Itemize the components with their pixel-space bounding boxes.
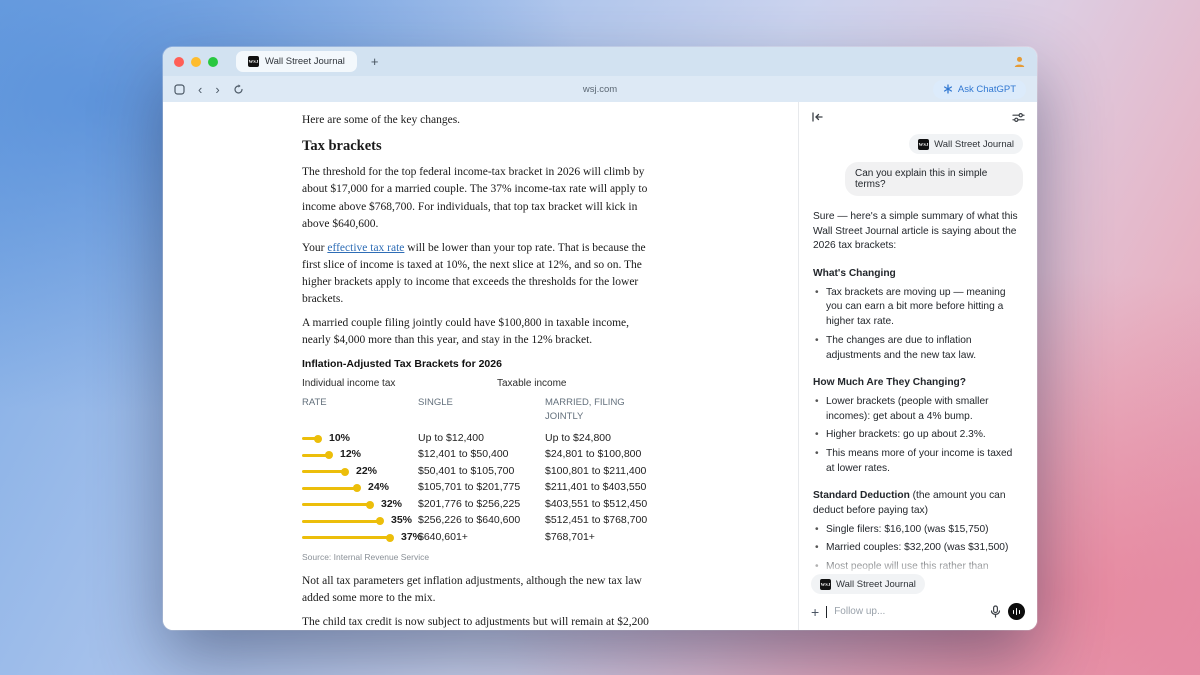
tax-bracket-chart: Inflation-Adjusted Tax Brackets for 2026… [302, 357, 654, 564]
rate-bar [302, 437, 318, 440]
bullet-item: Higher brackets: go up about 2.3%. [813, 428, 1023, 443]
rate-bar [302, 454, 329, 457]
rate-bar [302, 487, 357, 490]
chat-input-row: + [811, 603, 1025, 620]
article-paragraph: Not all tax parameters get inflation adj… [302, 573, 654, 607]
tab-wall-street-journal[interactable]: WSJ Wall Street Journal [236, 51, 357, 72]
bullet-item: Single filers: $16,100 (was $15,750) [813, 523, 1023, 538]
table-row: 32% $201,776 to $256,225 $403,551 to $51… [302, 496, 654, 513]
article-paragraph: The threshold for the top federal income… [302, 164, 654, 232]
bullet-item: Tax brackets are moving up — meaning you… [813, 286, 1023, 330]
table-row: 22% $50,401 to $105,700 $100,801 to $211… [302, 463, 654, 480]
chatgpt-icon [943, 84, 953, 94]
wsj-favicon-icon: WSJ [820, 579, 831, 590]
section-heading: How Much Are They Changing? [813, 376, 1023, 391]
section-heading: Standard Deduction (the amount you can d… [813, 489, 1023, 518]
microphone-icon[interactable] [990, 605, 1001, 618]
follow-up-input[interactable] [834, 606, 983, 617]
chart-title: Inflation-Adjusted Tax Brackets for 2026 [302, 357, 654, 373]
tab-title: Wall Street Journal [265, 56, 345, 67]
sidebar-footer: WSJ Wall Street Journal + [799, 553, 1037, 631]
table-row: 12% $12,401 to $50,400 $24,801 to $100,8… [302, 447, 654, 464]
page-content: Here are some of the key changes. Tax br… [163, 102, 1037, 630]
voice-mode-button[interactable] [1008, 603, 1025, 620]
minimize-window-button[interactable] [191, 57, 201, 67]
profile-icon[interactable] [1013, 55, 1026, 68]
tab-bar: WSJ Wall Street Journal + [163, 47, 1037, 76]
article-scroll-area[interactable]: Here are some of the key changes. Tax br… [163, 102, 798, 630]
ask-chatgpt-label: Ask ChatGPT [958, 84, 1016, 95]
text-cursor [826, 606, 827, 618]
add-attachment-icon[interactable]: + [811, 605, 819, 619]
window-controls [174, 57, 218, 67]
chart-left-label: Individual income tax [302, 378, 395, 389]
user-message: Can you explain this in simple terms? [845, 162, 1023, 196]
rate-bar [302, 470, 345, 473]
chatgpt-sidebar: WSJ Wall Street Journal Can you explain … [798, 102, 1037, 630]
table-row: 10% Up to $12,400 Up to $24,800 [302, 430, 654, 447]
footer-source-chip[interactable]: WSJ Wall Street Journal [811, 574, 925, 594]
tax-brackets-heading: Tax brackets [302, 136, 654, 157]
article-paragraph: A married couple filing jointly could ha… [302, 315, 654, 349]
browser-window: WSJ Wall Street Journal + ‹ › wsj.com [163, 47, 1037, 630]
collapse-sidebar-icon[interactable] [811, 111, 824, 123]
chart-source: Source: Internal Revenue Service [302, 551, 654, 564]
source-chip-label: Wall Street Journal [934, 139, 1014, 150]
section-heading: What's Changing [813, 267, 1023, 282]
url-display[interactable]: wsj.com [163, 84, 1037, 95]
ask-chatgpt-button[interactable]: Ask ChatGPT [933, 80, 1026, 99]
rate-bar [302, 503, 370, 506]
table-row: 35% $256,226 to $640,600 $512,451 to $76… [302, 513, 654, 530]
source-chip[interactable]: WSJ Wall Street Journal [909, 134, 1023, 154]
browser-toolbar: ‹ › wsj.com Ask ChatGPT [163, 76, 1037, 102]
zoom-window-button[interactable] [208, 57, 218, 67]
table-row: 24% $105,701 to $201,775 $211,401 to $40… [302, 480, 654, 497]
bullet-item: This means more of your income is taxed … [813, 447, 1023, 476]
article-paragraph: The child tax credit is now subject to a… [302, 614, 654, 630]
article-intro: Here are some of the key changes. [302, 112, 654, 129]
new-tab-button[interactable]: + [371, 55, 379, 68]
footer-chip-label: Wall Street Journal [836, 579, 916, 590]
options-icon[interactable] [1012, 112, 1025, 123]
article-paragraph: Your effective tax rate will be lower th… [302, 240, 654, 308]
table-header: RATE SINGLE MARRIED, FILING JOINTLY [302, 396, 654, 424]
bullet-item: The changes are due to inflation adjustm… [813, 334, 1023, 363]
wsj-favicon-icon: WSJ [248, 56, 259, 67]
table-row: 37% $640,601+ $768,701+ [302, 529, 654, 546]
close-window-button[interactable] [174, 57, 184, 67]
rate-bar [302, 536, 390, 539]
rate-bar [302, 520, 380, 523]
chart-right-label: Taxable income [497, 377, 566, 392]
effective-tax-rate-link[interactable]: effective tax rate [327, 242, 404, 254]
sidebar-header [799, 102, 1037, 132]
assistant-intro: Sure — here's a simple summary of what t… [813, 210, 1023, 254]
bullet-item: Lower brackets (people with smaller inco… [813, 395, 1023, 424]
wsj-favicon-icon: WSJ [918, 139, 929, 150]
